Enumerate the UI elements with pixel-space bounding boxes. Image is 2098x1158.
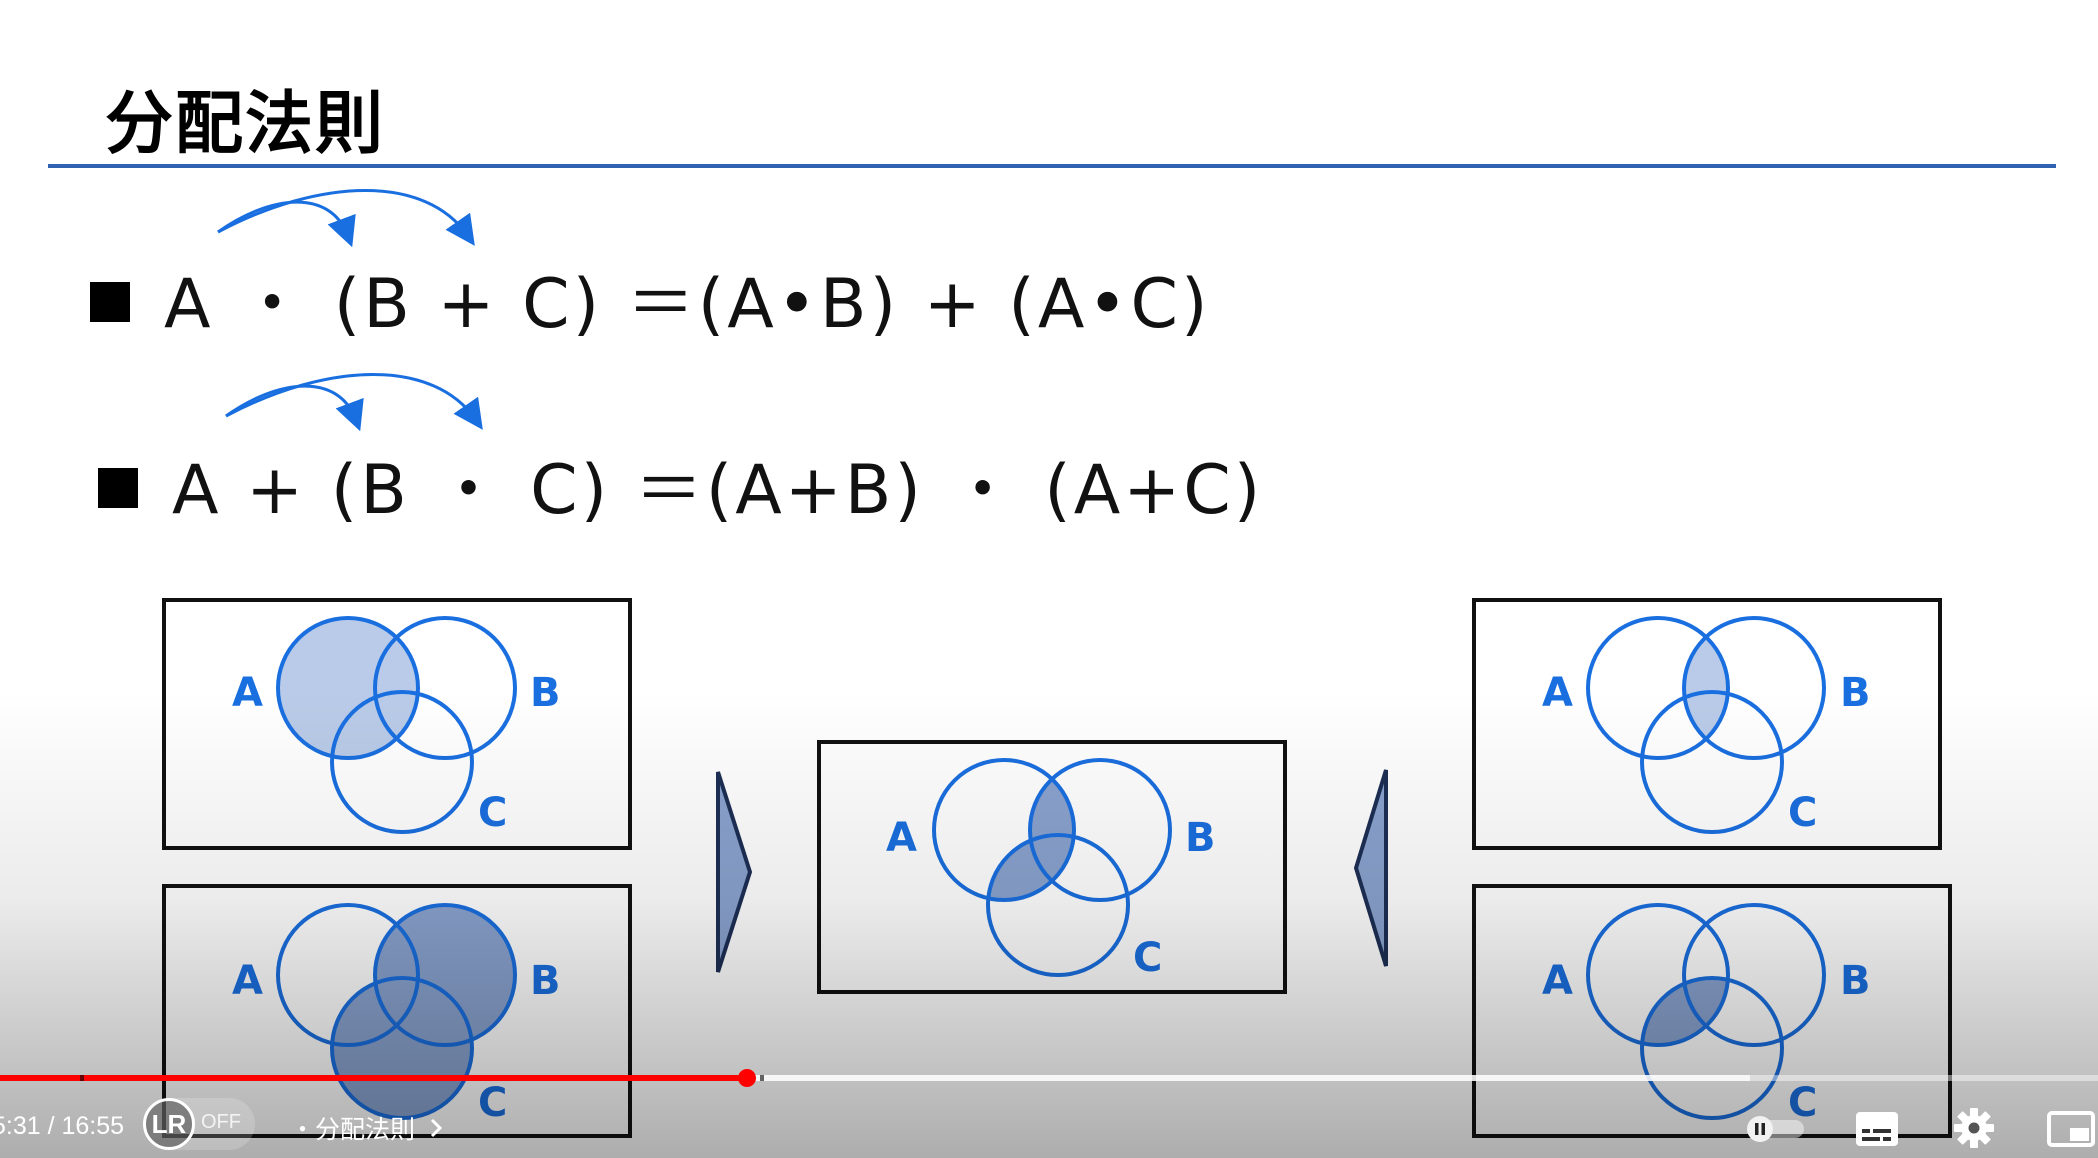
progress-bar[interactable]	[0, 1069, 2098, 1087]
gear-icon[interactable]	[1952, 1106, 1996, 1150]
label-a: A	[1542, 958, 1573, 1004]
label-a: A	[1542, 670, 1573, 716]
time-display: 5:31 / 16:55	[0, 1112, 125, 1140]
chapter-marker	[80, 1075, 84, 1081]
venn-box-a-and-b	[1472, 598, 1942, 850]
venn-box-a-and-c	[1472, 884, 1952, 1138]
subtitles-icon[interactable]	[1854, 1110, 1900, 1148]
venn-box-result	[817, 740, 1287, 994]
label-c: C	[1133, 935, 1163, 981]
label-a: A	[232, 958, 263, 1004]
venn-box-a	[162, 598, 632, 850]
label-c: C	[1788, 790, 1818, 836]
label-b: B	[530, 958, 561, 1004]
slide: 分配法則 A ・ (B + C) ＝(A•B) + (A•C) A + (B ・…	[0, 0, 2098, 1158]
scrubber-handle[interactable]	[737, 1069, 756, 1087]
label-b: B	[1185, 815, 1216, 861]
progress-played	[0, 1075, 747, 1081]
label-a: A	[886, 815, 917, 861]
label-b: B	[1840, 958, 1871, 1004]
chapter-prefix: ・	[290, 1115, 316, 1144]
autoplay-toggle-icon[interactable]	[1738, 1114, 1806, 1144]
label-c: C	[478, 1080, 508, 1126]
venn-diagrams	[162, 598, 1952, 1138]
channel-logo: LR	[143, 1098, 195, 1150]
label-c: C	[478, 790, 508, 836]
miniplayer-icon[interactable]	[2046, 1110, 2096, 1148]
chevron-right-icon	[430, 1118, 443, 1138]
chapter-marker	[760, 1075, 764, 1081]
label-b: B	[1840, 670, 1871, 716]
label-a: A	[232, 670, 263, 716]
triangle-left	[1353, 769, 1388, 967]
autoplay-toggle[interactable]: LR OFF	[143, 1098, 255, 1150]
label-b: B	[530, 670, 561, 716]
toggle-state: OFF	[201, 1111, 241, 1133]
chapter-title: 分配法則	[315, 1115, 416, 1144]
triangle-right	[716, 771, 753, 973]
chapter-title-button[interactable]: ・ 分配法則	[290, 1110, 449, 1146]
